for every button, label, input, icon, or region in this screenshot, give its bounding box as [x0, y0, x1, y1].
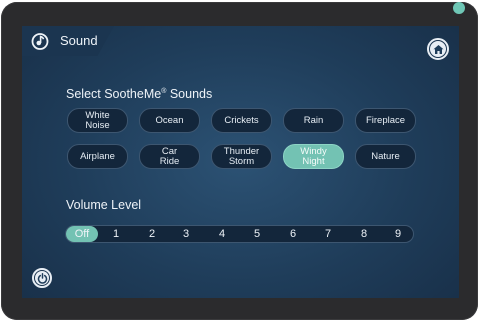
sound-button-nature[interactable]: Nature [355, 144, 416, 169]
sound-button-windy-night[interactable]: Windy Night [283, 144, 344, 169]
volume-level-off[interactable]: Off [66, 226, 98, 242]
volume-level-2[interactable]: 2 [144, 226, 160, 242]
home-button[interactable] [427, 38, 449, 60]
sound-button-airplane[interactable]: Airplane [67, 144, 128, 169]
volume-section-title: Volume Level [66, 198, 142, 212]
volume-level-7[interactable]: 7 [320, 226, 336, 242]
volume-level-6[interactable]: 6 [285, 226, 301, 242]
volume-level-4[interactable]: 4 [214, 226, 230, 242]
screen: Sound Select SootheMe® Sounds White Nois… [22, 26, 459, 298]
power-led-indicator [453, 2, 465, 14]
sound-note-icon [31, 33, 49, 50]
volume-level-8[interactable]: 8 [356, 226, 372, 242]
sound-button-car-ride[interactable]: Car Ride [139, 144, 200, 169]
power-icon [37, 272, 47, 284]
page-title: Sound [60, 33, 98, 48]
volume-level-bar: Off 1 2 3 4 5 6 7 8 9 [65, 225, 414, 243]
volume-level-9[interactable]: 9 [390, 226, 406, 242]
volume-level-3[interactable]: 3 [178, 226, 194, 242]
power-button[interactable] [32, 268, 52, 288]
sound-button-ocean[interactable]: Ocean [139, 108, 200, 133]
volume-level-5[interactable]: 5 [249, 226, 265, 242]
sounds-section-title: Select SootheMe® Sounds [66, 87, 213, 101]
volume-level-1[interactable]: 1 [108, 226, 124, 242]
sound-button-white-noise[interactable]: White Noise [67, 108, 128, 133]
sound-button-fireplace[interactable]: Fireplace [355, 108, 416, 133]
sound-button-rain[interactable]: Rain [283, 108, 344, 133]
sound-button-crickets[interactable]: Crickets [211, 108, 272, 133]
home-icon [433, 44, 443, 54]
sound-button-thunder-storm[interactable]: Thunder Storm [211, 144, 272, 169]
